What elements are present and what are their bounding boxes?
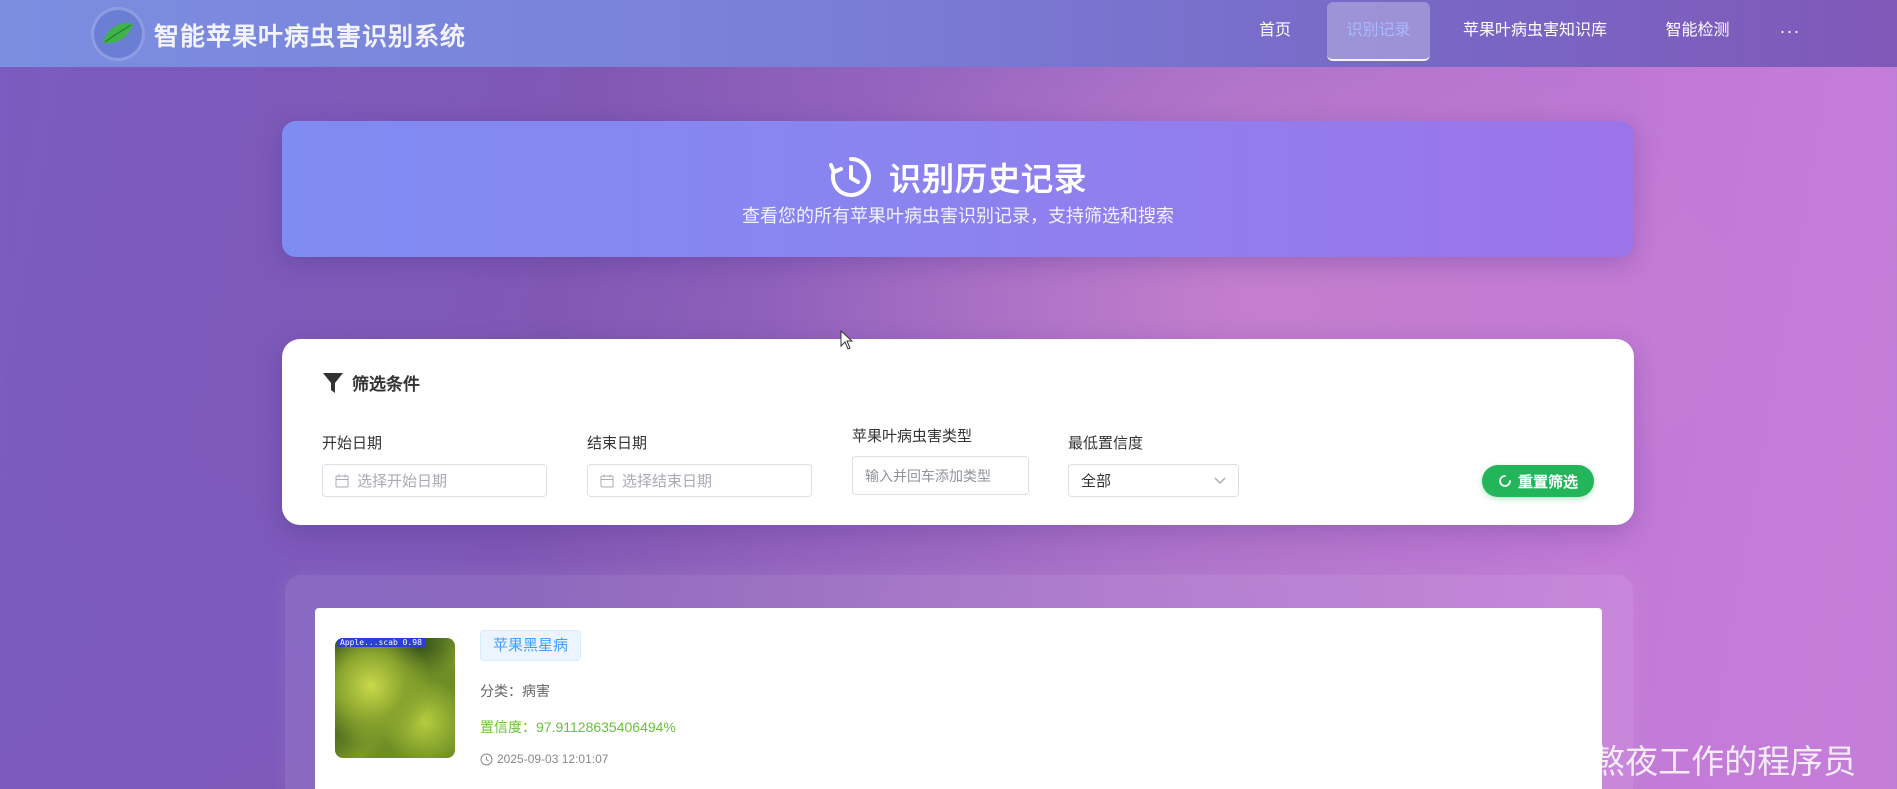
min-confidence-label: 最低置信度	[1068, 435, 1144, 452]
reset-filter-button[interactable]: 重置筛选	[1482, 465, 1594, 497]
type-tag-input[interactable]: 输入并回车添加类型	[852, 456, 1029, 495]
clock-icon	[480, 753, 493, 765]
end-date-placeholder: 选择结束日期	[622, 473, 713, 490]
detection-box-label: Apple...scab 0.98	[337, 638, 425, 647]
end-date-label: 结束日期	[587, 435, 648, 452]
start-date-picker[interactable]: 选择开始日期	[322, 464, 547, 497]
nav-item-smart-detect[interactable]: 智能检测	[1660, 0, 1735, 62]
record-timestamp: 2025-09-03 12:01:07	[480, 752, 608, 766]
nav-item-history[interactable]: 识别记录	[1327, 2, 1430, 61]
watermark: CSDN @爱上熬夜工作的程序员	[1390, 743, 1857, 780]
page-subtitle: 查看您的所有苹果叶病虫害识别记录，支持筛选和搜索	[742, 206, 1174, 226]
page-header-card: 识别历史记录 查看您的所有苹果叶病虫害识别记录，支持筛选和搜索	[282, 121, 1634, 257]
min-confidence-select[interactable]: 全部	[1068, 464, 1239, 497]
filter-header: 筛选条件	[322, 370, 420, 395]
filter-panel: 筛选条件 开始日期 选择开始日期 结束日期 选择结束日期 苹果叶病虫害类型 输入…	[282, 339, 1634, 525]
record-confidence: 置信度：97.91128635406494%	[480, 719, 676, 735]
chevron-down-icon	[1214, 476, 1226, 484]
nav-item-knowledge-base[interactable]: 苹果叶病虫害知识库	[1460, 0, 1610, 62]
start-date-placeholder: 选择开始日期	[357, 473, 448, 490]
calendar-icon	[335, 474, 349, 487]
type-input-placeholder: 输入并回车添加类型	[865, 467, 991, 484]
header-title-row: 识别历史记录	[282, 154, 1634, 200]
filter-icon	[323, 372, 343, 393]
record-category: 分类：病害	[480, 683, 550, 699]
calendar-icon	[600, 474, 614, 487]
nav-more-menu[interactable]: ···	[1775, 0, 1805, 62]
record-thumbnail[interactable]: Apple...scab 0.98	[335, 638, 455, 758]
end-date-picker[interactable]: 选择结束日期	[587, 464, 812, 497]
record-time-text: 2025-09-03 12:01:07	[497, 752, 609, 766]
type-label: 苹果叶病虫害类型	[852, 428, 973, 445]
page-title: 识别历史记录	[888, 161, 1087, 197]
start-date-label: 开始日期	[322, 435, 383, 452]
history-clock-icon	[828, 157, 871, 197]
filter-title: 筛选条件	[352, 375, 420, 394]
app-logo[interactable]	[94, 10, 142, 58]
nav-item-home[interactable]: 首页	[1250, 0, 1300, 62]
disease-tag: 苹果黑星病	[480, 630, 582, 661]
app-title: 智能苹果叶病虫害识别系统	[154, 23, 467, 51]
mouse-cursor-icon	[840, 330, 854, 350]
leaf-icon	[103, 23, 133, 44]
refresh-icon	[1499, 475, 1511, 487]
reset-filter-label: 重置筛选	[1517, 473, 1578, 491]
min-confidence-value: 全部	[1081, 473, 1112, 490]
top-navbar: 智能苹果叶病虫害识别系统 首页 识别记录 苹果叶病虫害知识库 智能检测 ···	[0, 0, 1897, 67]
